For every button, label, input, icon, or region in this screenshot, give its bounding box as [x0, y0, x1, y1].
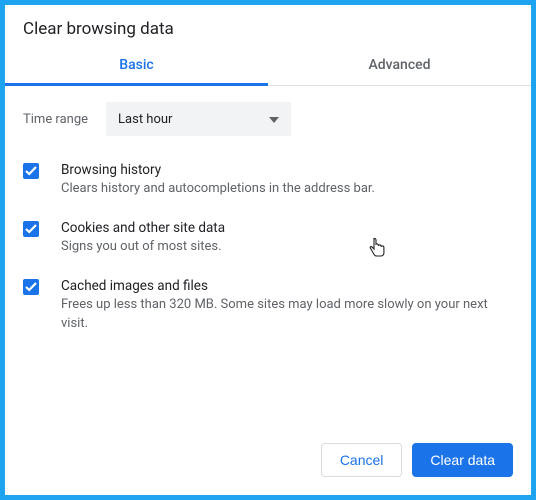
checkbox-browsing-history[interactable] [23, 163, 39, 179]
button-label: Cancel [340, 452, 384, 468]
option-browsing-history: Browsing history Clears history and auto… [23, 162, 513, 198]
tab-advanced[interactable]: Advanced [268, 47, 531, 85]
checkbox-cookies[interactable] [23, 221, 39, 237]
clear-browsing-data-dialog: Clear browsing data Basic Advanced Time … [5, 5, 531, 495]
option-label: Cached images and files [61, 278, 513, 294]
time-range-label: Time range [23, 112, 88, 127]
option-desc: Clears history and autocompletions in th… [61, 180, 513, 198]
checkbox-cached-images[interactable] [23, 279, 39, 295]
clear-data-button[interactable]: Clear data [412, 443, 513, 477]
option-text: Cookies and other site data Signs you ou… [61, 220, 513, 256]
tab-label: Basic [119, 57, 153, 73]
tab-label: Advanced [368, 57, 430, 73]
option-label: Cookies and other site data [61, 220, 513, 236]
button-label: Clear data [430, 452, 495, 468]
option-label: Browsing history [61, 162, 513, 178]
dialog-title: Clear browsing data [5, 5, 531, 47]
tab-bar: Basic Advanced [5, 47, 531, 86]
option-desc: Signs you out of most sites. [61, 238, 513, 256]
dialog-content: Time range Last hour Browsing history Cl… [5, 86, 531, 429]
time-range-select[interactable]: Last hour [106, 102, 291, 136]
tab-basic[interactable]: Basic [5, 47, 268, 85]
dialog-footer: Cancel Clear data [5, 429, 531, 495]
option-text: Cached images and files Frees up less th… [61, 278, 513, 332]
option-text: Browsing history Clears history and auto… [61, 162, 513, 198]
chevron-down-icon [269, 112, 279, 127]
time-range-row: Time range Last hour [23, 102, 513, 136]
option-cached-images: Cached images and files Frees up less th… [23, 278, 513, 332]
time-range-value: Last hour [118, 112, 172, 127]
option-desc: Frees up less than 320 MB. Some sites ma… [61, 296, 513, 332]
cancel-button[interactable]: Cancel [321, 443, 403, 477]
option-cookies: Cookies and other site data Signs you ou… [23, 220, 513, 256]
